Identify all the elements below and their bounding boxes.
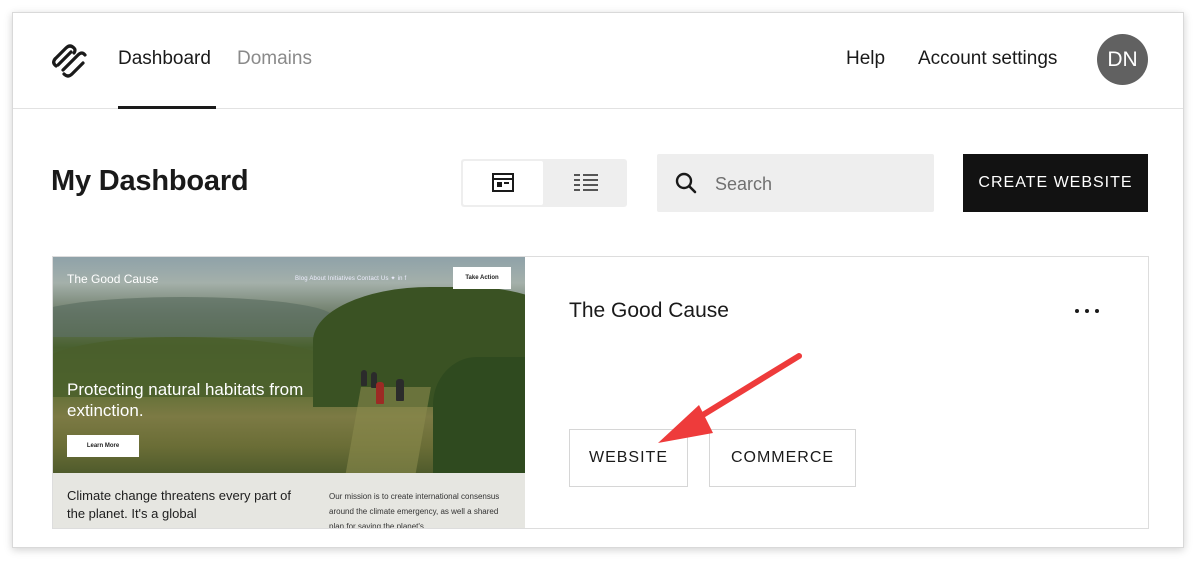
nav-dashboard[interactable]: Dashboard: [118, 47, 211, 71]
thumbnail-body-left: Climate change threatens every part of t…: [67, 488, 292, 521]
thumbnail-nav: Blog About Initiatives Contact Us ✦ in f: [295, 276, 407, 282]
account-settings-link[interactable]: Account settings: [918, 47, 1057, 71]
page-title: My Dashboard: [51, 165, 249, 197]
list-view-icon: [574, 174, 598, 191]
nav-domains[interactable]: Domains: [237, 47, 312, 71]
thumbnail-content-section: Climate change threatens every part of t…: [53, 473, 525, 528]
hiker-figure: [376, 382, 384, 404]
thumbnail-cta: Take Action: [453, 267, 511, 289]
hiker-figure: [396, 379, 404, 401]
top-navigation: Dashboard Domains Help Account settings …: [13, 13, 1183, 109]
grid-view-button[interactable]: [463, 161, 543, 205]
site-thumbnail[interactable]: The Good Cause Blog About Initiatives Co…: [53, 257, 525, 528]
app-window: Dashboard Domains Help Account settings …: [12, 12, 1184, 548]
more-icon: [1075, 309, 1079, 313]
grid-view-icon: [492, 173, 514, 192]
site-name[interactable]: The Good Cause: [569, 297, 729, 325]
commerce-button[interactable]: COMMERCE: [709, 429, 856, 487]
create-website-button[interactable]: CREATE WEBSITE: [963, 154, 1148, 212]
active-tab-indicator: [118, 106, 216, 109]
search-box[interactable]: [657, 154, 934, 212]
thumbnail-headline: Protecting natural habitats from extinct…: [67, 380, 304, 420]
thumbnail-learn-more: Learn More: [67, 435, 139, 457]
squarespace-logo-icon[interactable]: [49, 41, 89, 81]
thumbnail-body-right: Our mission is to create international c…: [329, 492, 500, 528]
website-button[interactable]: WEBSITE: [569, 429, 688, 487]
avatar[interactable]: DN: [1097, 34, 1148, 85]
hiker-figure: [361, 370, 367, 386]
search-input[interactable]: [713, 170, 917, 198]
site-card: The Good Cause Blog About Initiatives Co…: [52, 256, 1149, 529]
thumbnail-site-title: The Good Cause: [67, 272, 159, 286]
more-options-button[interactable]: [1067, 299, 1107, 323]
help-link[interactable]: Help: [846, 47, 885, 71]
list-view-button[interactable]: [545, 161, 625, 205]
view-toggle: [461, 159, 627, 207]
search-icon: [675, 172, 697, 194]
